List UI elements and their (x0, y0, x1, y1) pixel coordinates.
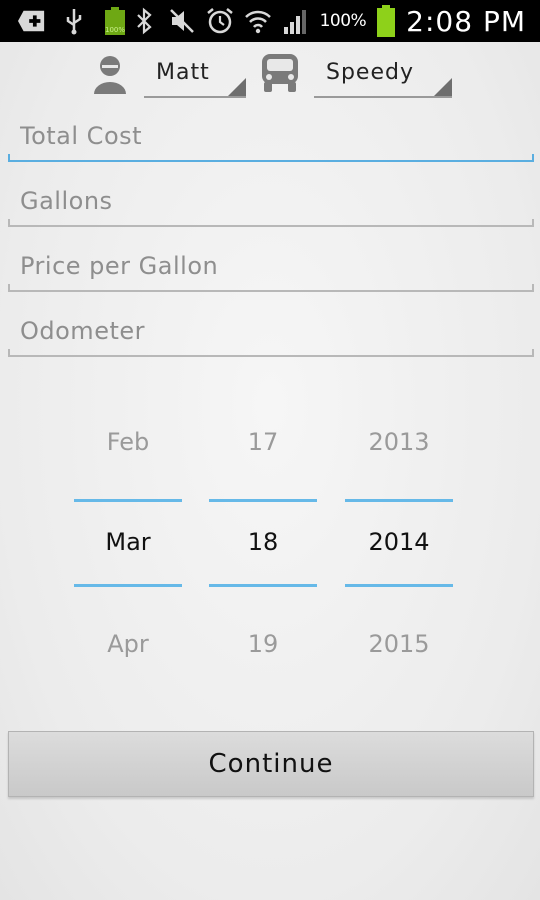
month-picker-column[interactable]: Feb Mar Apr (74, 410, 182, 690)
status-bar-left: 100% (18, 7, 128, 35)
add-icon (18, 7, 46, 35)
dropdown-triangle-icon (228, 78, 246, 96)
usb-icon (60, 7, 88, 35)
mute-icon (168, 7, 196, 35)
status-bar-right: 100% 2:08 PM (130, 4, 526, 38)
year-next[interactable]: 2015 (345, 630, 453, 658)
selection-divider (74, 499, 182, 502)
battery-icon (376, 5, 396, 37)
field-tick (532, 349, 534, 357)
date-picker: Feb Mar Apr 17 18 19 2013 2014 2015 (0, 410, 540, 690)
status-bar: 100% 100% 2:08 PM (0, 0, 540, 42)
month-next[interactable]: Apr (74, 630, 182, 658)
price-per-gallon-input[interactable] (8, 242, 534, 290)
vehicle-spinner-value: Speedy (326, 60, 414, 85)
car-icon (258, 52, 302, 94)
battery-charging-icon: 100% (102, 7, 128, 35)
selector-row: Matt Speedy (0, 46, 540, 104)
gallons-input[interactable] (8, 177, 534, 225)
day-selected[interactable]: 18 (209, 528, 317, 556)
day-prev[interactable]: 17 (209, 428, 317, 456)
selection-divider (345, 584, 453, 587)
year-prev[interactable]: 2013 (345, 428, 453, 456)
year-selected[interactable]: 2014 (345, 528, 453, 556)
field-tick (8, 349, 10, 357)
field-tick (532, 154, 534, 162)
vehicle-spinner[interactable]: Speedy (314, 50, 452, 98)
bluetooth-icon (130, 7, 158, 35)
field-underline (8, 160, 534, 162)
selection-divider (209, 584, 317, 587)
field-tick (8, 284, 10, 292)
field-tick (8, 154, 10, 162)
field-tick (532, 284, 534, 292)
person-icon (92, 54, 128, 94)
driver-spinner-value: Matt (156, 60, 210, 85)
day-picker-column[interactable]: 17 18 19 (209, 410, 317, 690)
month-prev[interactable]: Feb (74, 428, 182, 456)
selection-divider (74, 584, 182, 587)
day-next[interactable]: 19 (209, 630, 317, 658)
driver-spinner[interactable]: Matt (144, 50, 246, 98)
selection-divider (209, 499, 317, 502)
month-selected[interactable]: Mar (74, 528, 182, 556)
odometer-input[interactable] (8, 307, 534, 355)
gallons-field (8, 177, 534, 231)
price-per-gallon-field (8, 242, 534, 296)
alarm-icon (206, 7, 234, 35)
signal-icon (282, 7, 310, 35)
dropdown-triangle-icon (434, 78, 452, 96)
total-cost-field (8, 112, 534, 166)
field-underline (8, 290, 534, 292)
odometer-field (8, 307, 534, 361)
year-picker-column[interactable]: 2013 2014 2015 (345, 410, 453, 690)
field-tick (532, 219, 534, 227)
selection-divider (345, 499, 453, 502)
field-underline (8, 225, 534, 227)
battery-percent: 100% (319, 11, 367, 31)
total-cost-input[interactable] (8, 112, 534, 160)
wifi-icon (244, 7, 272, 35)
field-underline (8, 355, 534, 357)
field-tick (8, 219, 10, 227)
continue-button[interactable]: Continue (8, 731, 534, 797)
battery-badge-text: 100% (105, 26, 125, 34)
clock: 2:08 PM (406, 4, 526, 38)
